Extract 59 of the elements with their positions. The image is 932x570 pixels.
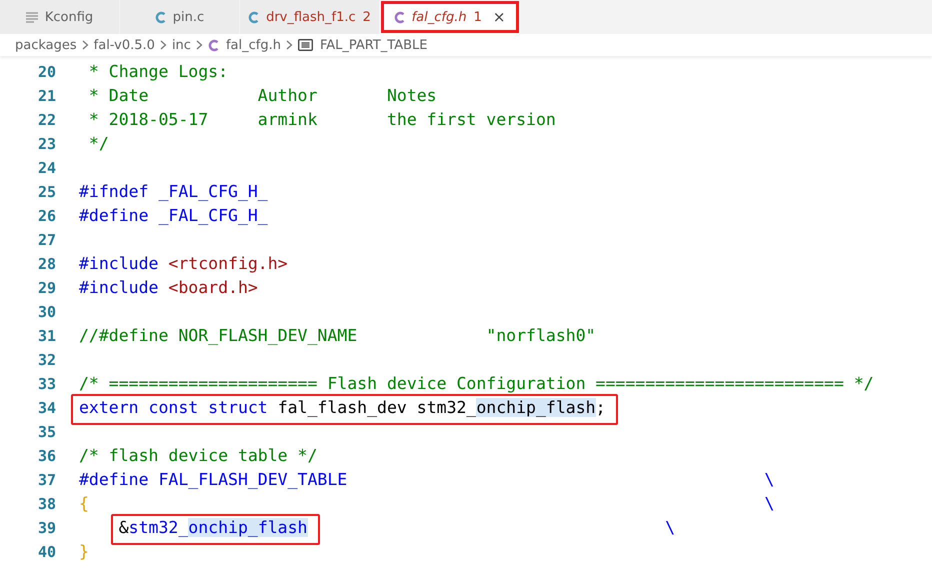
line-number: 25 xyxy=(36,183,56,201)
line-number: 31 xyxy=(36,327,56,345)
symbol-icon xyxy=(298,39,313,51)
breadcrumb-item[interactable]: FAL_PART_TABLE xyxy=(320,38,428,52)
line-number: 28 xyxy=(36,255,56,273)
line-number: 21 xyxy=(36,87,56,105)
code-line: extern const struct fal_flash_dev stm32_onchip_flash; xyxy=(79,397,606,419)
line-number: 36 xyxy=(36,447,56,465)
chevron-icon xyxy=(196,40,203,50)
line-number: 23 xyxy=(36,135,56,153)
code-line: #define FAL_FLASH_DEV_TABLE \ xyxy=(79,469,774,491)
problem-count: 1 xyxy=(474,10,482,24)
chevron-icon xyxy=(286,40,293,50)
code-line: * Change Logs: xyxy=(88,61,228,83)
code-line: &stm32_onchip_flash \ xyxy=(118,517,676,539)
line-number: 38 xyxy=(36,495,56,513)
editor-tab[interactable]: drv_flash_f1.c 2 xyxy=(240,0,380,34)
line-number: 34 xyxy=(36,399,56,417)
code-line: #define _FAL_CFG_H_ xyxy=(79,205,268,227)
line-number: 35 xyxy=(36,423,56,441)
c-file-icon xyxy=(394,10,405,24)
line-number: 20 xyxy=(36,63,56,81)
line-number: 33 xyxy=(36,375,56,393)
c-file-icon xyxy=(208,38,219,52)
code-line: /* flash device table */ xyxy=(79,445,318,467)
line-number: 26 xyxy=(36,207,56,225)
code-line: #ifndef _FAL_CFG_H_ xyxy=(79,181,268,203)
code-line: { \ xyxy=(79,493,774,515)
editor-tab[interactable]: pin.c xyxy=(120,0,240,34)
code-line: /* ===================== Flash device Configuration ========================= */ xyxy=(79,373,874,395)
code-line: #include <board.h> xyxy=(79,277,258,299)
close-button[interactable]: × xyxy=(492,8,506,26)
breadcrumb-item[interactable]: fal_cfg.h xyxy=(226,38,281,52)
lines-icon xyxy=(26,12,38,22)
breadcrumb-item[interactable]: packages xyxy=(15,38,77,52)
code-line: //#define NOR_FLASH_DEV_NAME "norflash0" xyxy=(79,325,596,347)
problem-count: 2 xyxy=(362,10,371,24)
c-file-icon xyxy=(248,10,260,24)
code-line: * 2018-05-17 armink the first version xyxy=(88,109,556,131)
code-line: */ xyxy=(88,133,109,155)
line-number: 30 xyxy=(36,303,56,321)
line-number: 39 xyxy=(36,519,56,537)
line-number: 40 xyxy=(36,543,56,561)
editor-tab[interactable]: fal_cfg.h 1 × xyxy=(380,0,520,34)
editor-tab[interactable]: Kconfig xyxy=(0,0,120,34)
chevron-icon xyxy=(82,40,89,50)
code-line: * Date Author Notes xyxy=(88,85,437,107)
line-number: 29 xyxy=(36,279,56,297)
line-number: 37 xyxy=(36,471,56,489)
line-number: 32 xyxy=(36,351,56,369)
chevron-icon xyxy=(160,40,167,50)
code-line: #include <rtconfig.h> xyxy=(79,253,288,275)
breadcrumb-item[interactable]: inc xyxy=(172,38,191,52)
c-file-icon xyxy=(154,10,166,24)
code-line: } xyxy=(79,541,89,563)
line-number: 24 xyxy=(36,159,56,177)
breadcrumb-item[interactable]: fal-v0.5.0 xyxy=(94,38,155,52)
line-number: 27 xyxy=(36,231,56,249)
line-number: 22 xyxy=(36,111,56,129)
